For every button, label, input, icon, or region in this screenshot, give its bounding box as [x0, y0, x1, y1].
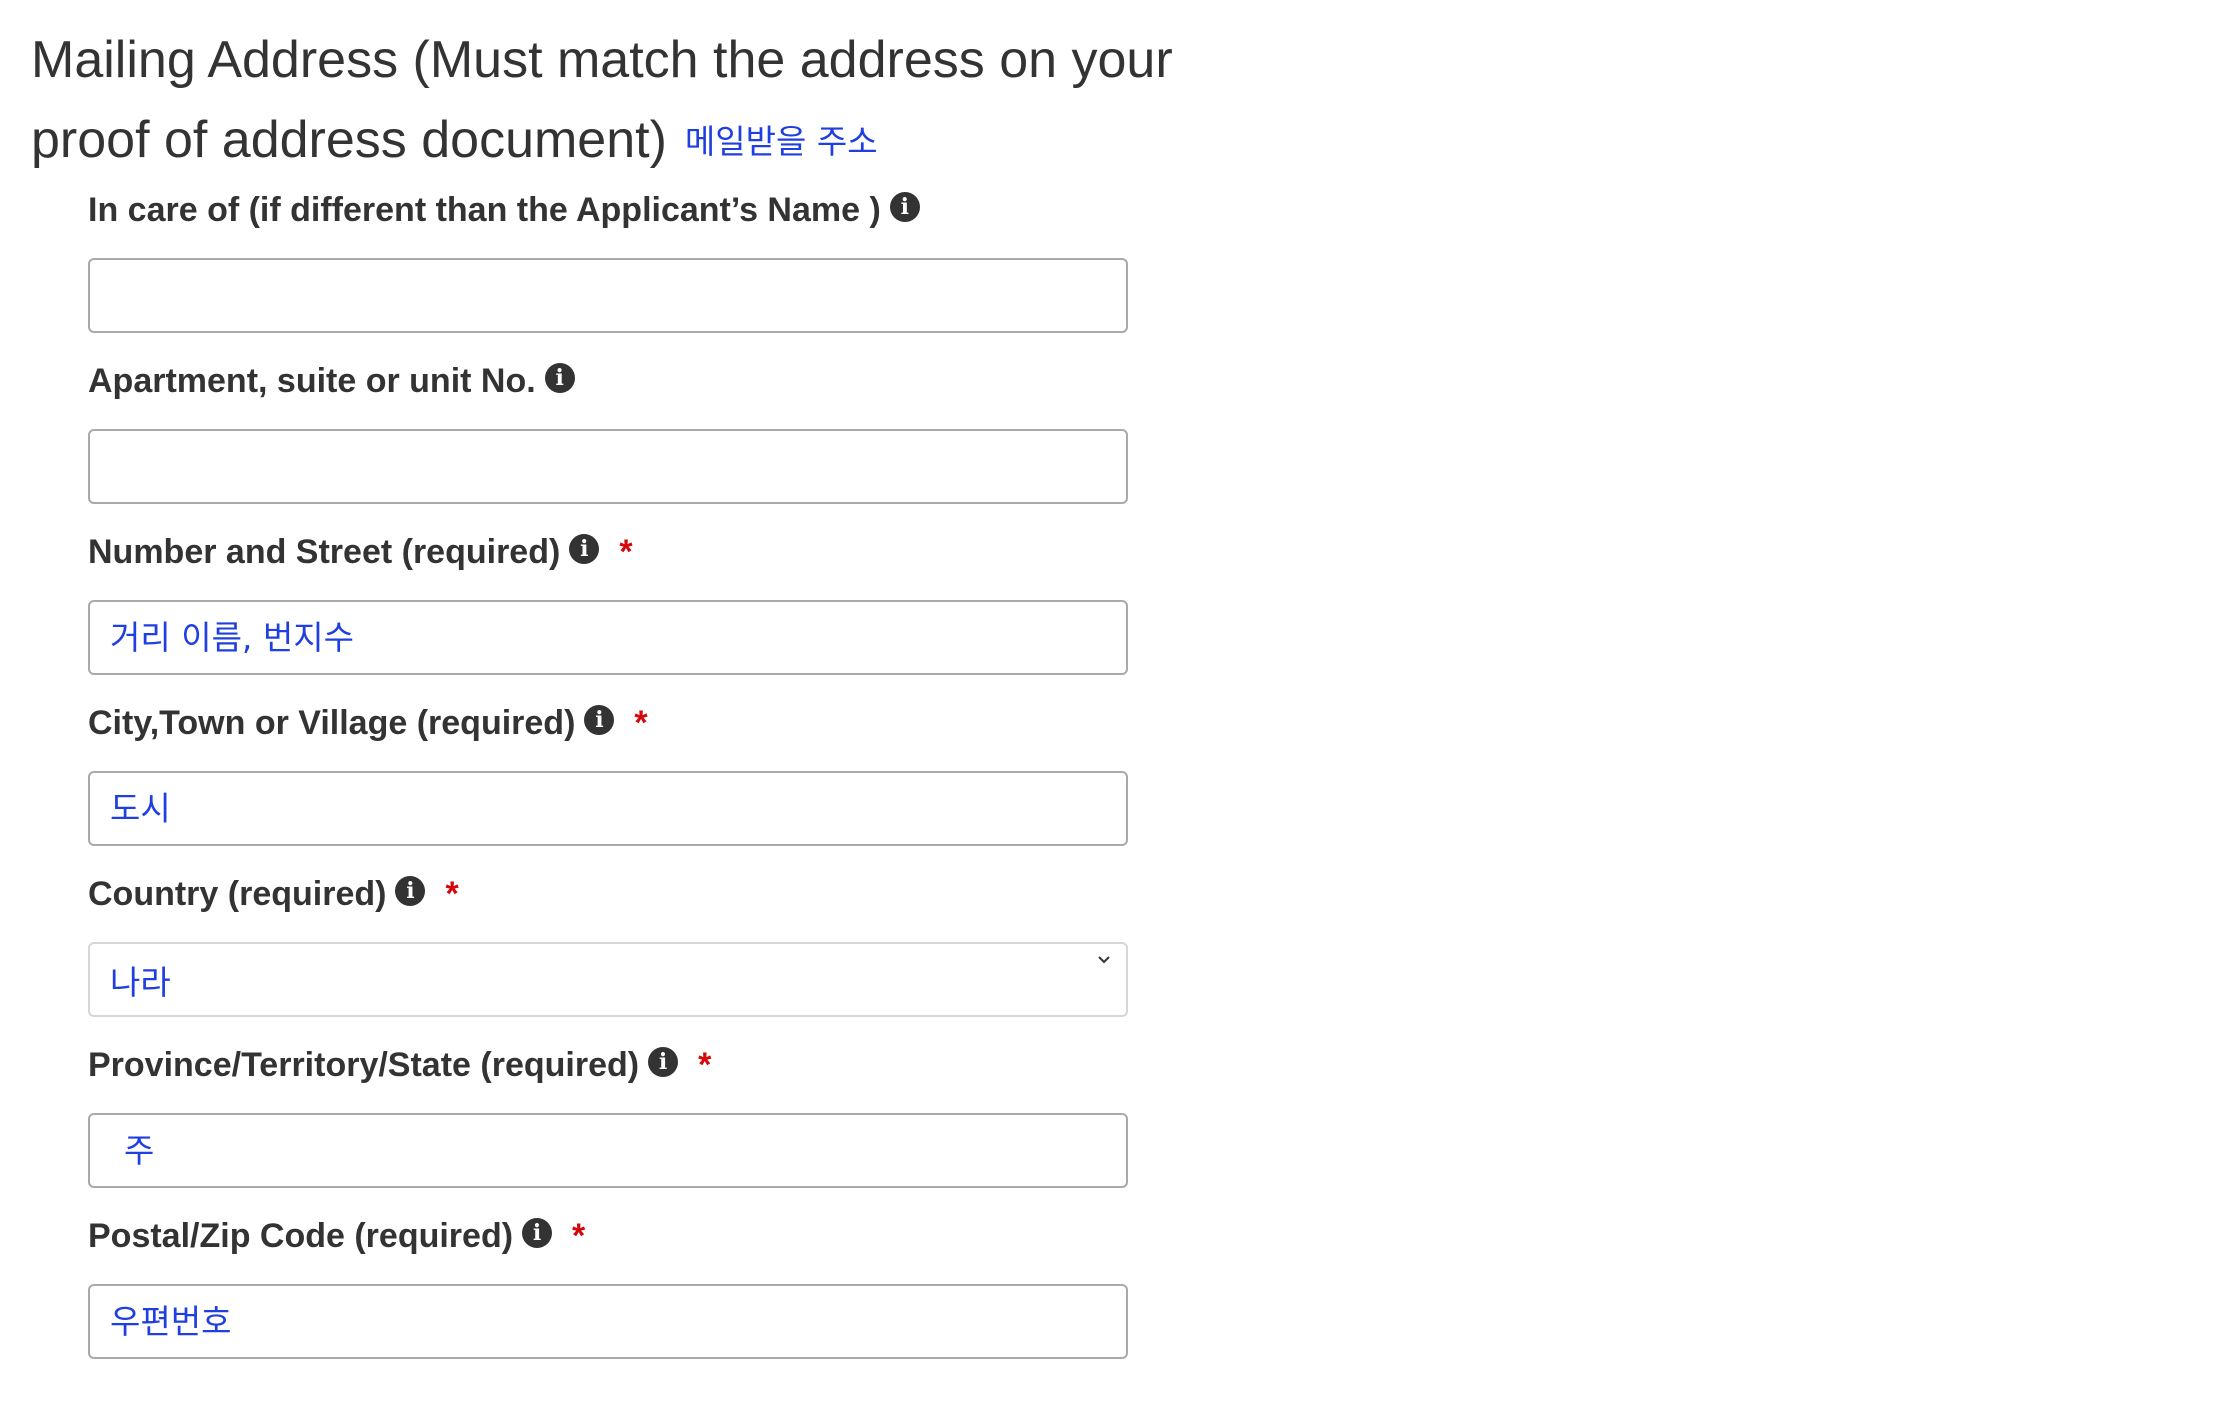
postal-code-input[interactable]: [88, 1284, 1128, 1359]
street-input[interactable]: [88, 600, 1128, 675]
info-icon[interactable]: i: [889, 192, 920, 222]
info-icon[interactable]: i: [584, 705, 615, 735]
info-icon[interactable]: i: [544, 363, 575, 393]
info-icon[interactable]: i: [395, 876, 426, 906]
required-star: *: [445, 874, 459, 913]
in-care-of-label: In care of (if different than the Applic…: [88, 188, 1128, 232]
page-title-text: Mailing Address (Must match the address …: [31, 31, 1173, 169]
in-care-of-input[interactable]: [88, 258, 1128, 333]
street-field: Number and Street (required) i *: [88, 530, 1128, 675]
country-label-text: Country (required): [88, 874, 387, 913]
city-label: City,Town or Village (required) i *: [88, 701, 1128, 745]
province-input[interactable]: [88, 1113, 1128, 1188]
country-field: Country (required) i * 나라: [88, 872, 1128, 1017]
city-field: City,Town or Village (required) i *: [88, 701, 1128, 846]
postal-code-label-text: Postal/Zip Code (required): [88, 1216, 514, 1255]
page-title-translation: 메일받을 주소: [684, 122, 878, 161]
province-field: Province/Territory/State (required) i *: [88, 1043, 1128, 1188]
apartment-input[interactable]: [88, 429, 1128, 504]
required-star: *: [634, 703, 648, 742]
required-star: *: [698, 1045, 712, 1084]
info-icon[interactable]: i: [522, 1218, 553, 1248]
info-icon[interactable]: i: [569, 534, 600, 564]
page-title: Mailing Address (Must match the address …: [31, 20, 1261, 182]
postal-code-field: Postal/Zip Code (required) i *: [88, 1214, 1128, 1359]
apartment-label-text: Apartment, suite or unit No.: [88, 361, 536, 400]
country-label: Country (required) i *: [88, 872, 1128, 916]
city-label-text: City,Town or Village (required): [88, 703, 576, 742]
country-select[interactable]: 나라: [88, 942, 1128, 1017]
city-input[interactable]: [88, 771, 1128, 846]
in-care-of-label-text: In care of (if different than the Applic…: [88, 190, 881, 229]
street-label: Number and Street (required) i *: [88, 530, 1128, 574]
postal-code-label: Postal/Zip Code (required) i *: [88, 1214, 1128, 1258]
required-star: *: [619, 532, 633, 571]
in-care-of-field: In care of (if different than the Applic…: [88, 188, 1128, 333]
required-star: *: [572, 1216, 586, 1255]
info-icon[interactable]: i: [648, 1047, 679, 1077]
province-label: Province/Territory/State (required) i *: [88, 1043, 1128, 1087]
chevron-down-icon: [1098, 956, 1110, 964]
country-select-value: 나라: [110, 962, 171, 1002]
street-label-text: Number and Street (required): [88, 532, 561, 571]
province-label-text: Province/Territory/State (required): [88, 1045, 640, 1084]
apartment-field: Apartment, suite or unit No. i: [88, 359, 1128, 504]
apartment-label: Apartment, suite or unit No. i: [88, 359, 1128, 403]
